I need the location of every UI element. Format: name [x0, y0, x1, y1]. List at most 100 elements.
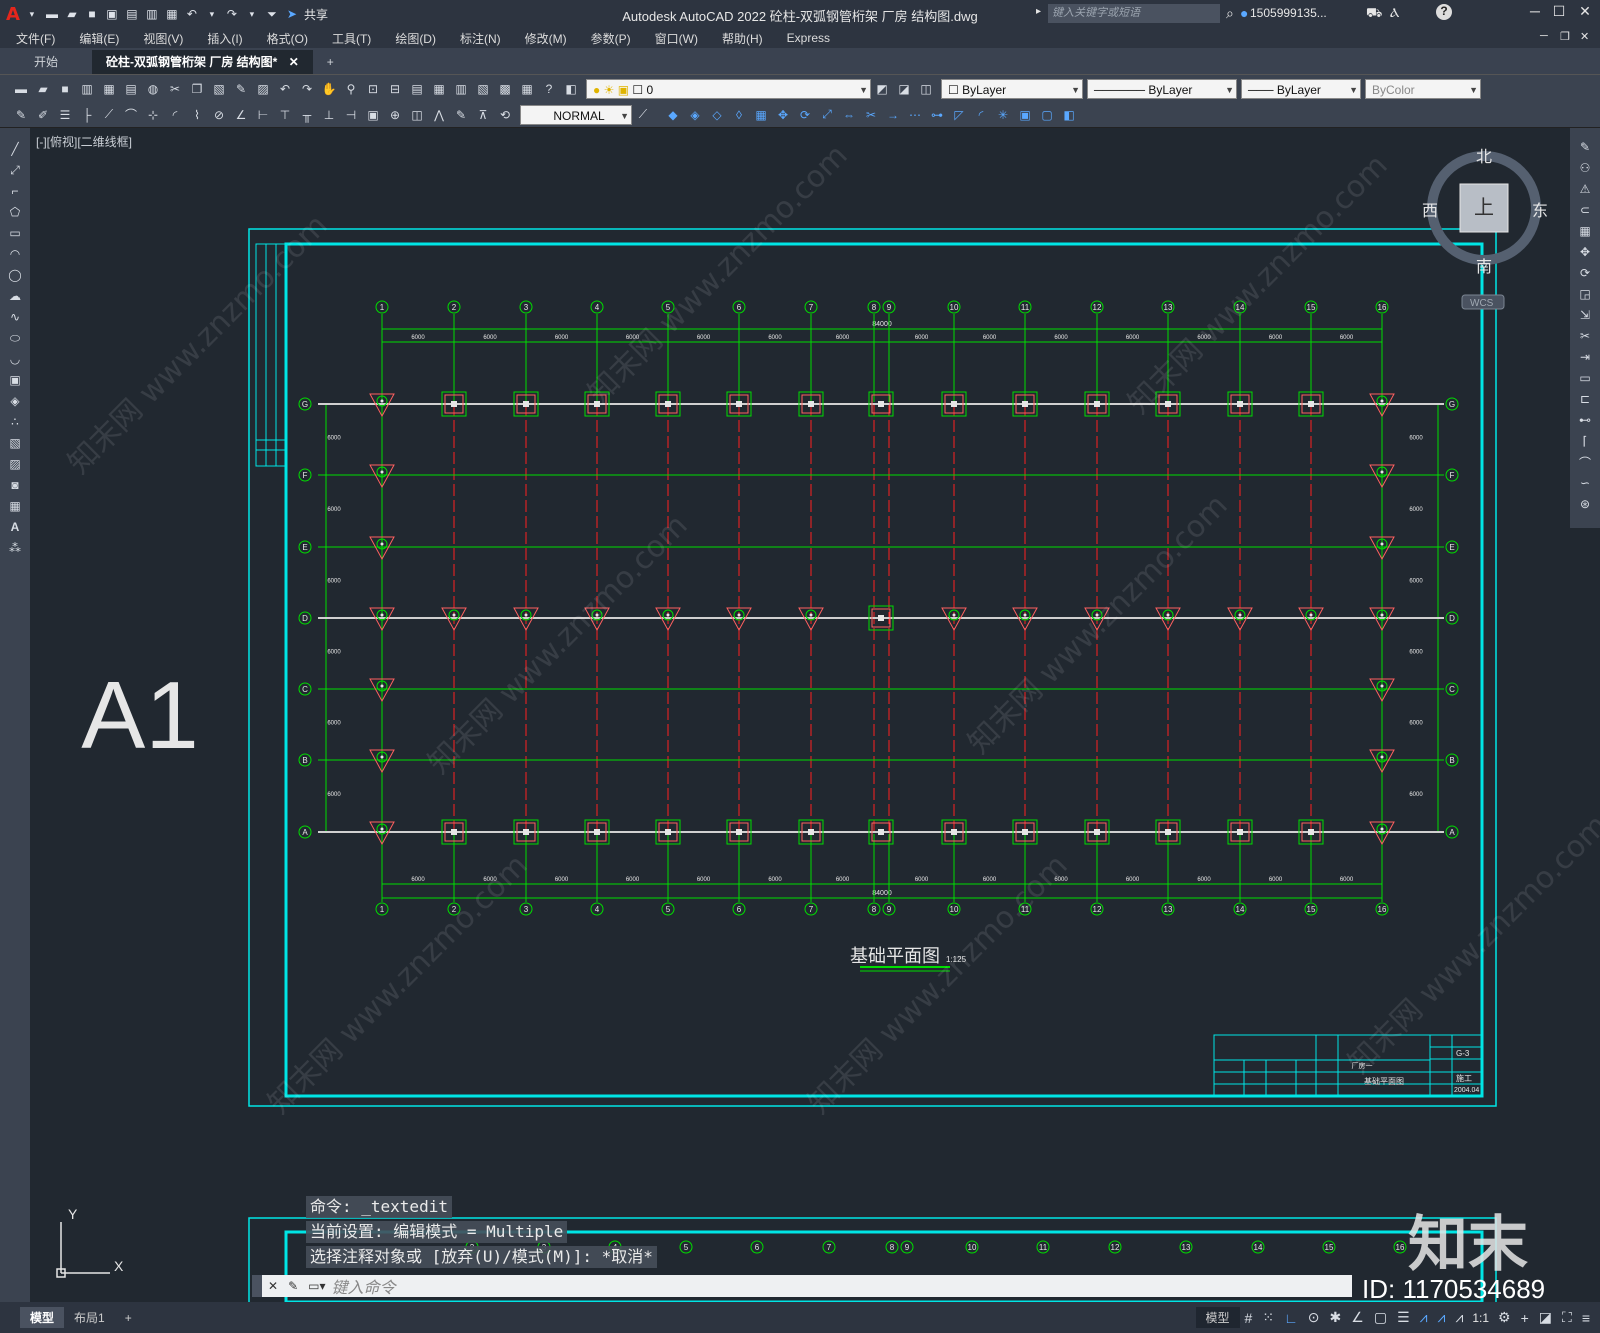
edit-icon[interactable]: ✐ [34, 106, 52, 124]
customize-status-icon[interactable]: ≡ [1582, 1310, 1590, 1326]
menu-window[interactable]: 窗口(W) [643, 30, 710, 47]
linear-dim-icon[interactable]: ├ [78, 106, 96, 124]
markup-icon[interactable]: ▩ [496, 80, 514, 98]
break-at-point-icon[interactable]: ⊏ [1576, 390, 1594, 408]
linetype-dropdown[interactable]: ────── ByLayer ▼ [1087, 78, 1237, 99]
jogged-linear-icon[interactable]: ⋀ [430, 106, 448, 124]
extend-icon[interactable]: ⇥ [1576, 348, 1594, 366]
menu-modify[interactable]: 修改(M) [513, 30, 579, 47]
user-name[interactable]: 1505999135... [1250, 6, 1327, 20]
close-tab-icon[interactable]: ✕ [289, 55, 299, 69]
insert-block-icon[interactable]: ▣ [6, 371, 24, 389]
plot-icon[interactable]: ▥ [144, 6, 160, 22]
diameter-icon[interactable]: ⊘ [210, 106, 228, 124]
annotation-scale-value[interactable]: 1:1 [1472, 1311, 1489, 1325]
app-menu-button[interactable]: A [6, 4, 20, 25]
chevron-down-icon[interactable]: ▾ [204, 6, 220, 22]
osnap-icon[interactable]: ▢ [1374, 1309, 1387, 1326]
minimize-icon[interactable]: ─ [1524, 3, 1546, 19]
fillet-icon[interactable]: ⌒ [1576, 453, 1594, 471]
explode-icon[interactable]: ✳ [994, 106, 1012, 124]
redo-icon[interactable]: ↷ [298, 80, 316, 98]
help-icon[interactable]: ? [1436, 4, 1452, 20]
spline-icon[interactable]: ∿ [6, 308, 24, 326]
polar-icon[interactable]: ⊙ [1308, 1309, 1320, 1326]
customize-icon[interactable]: ✎ [288, 1279, 298, 1293]
dim-edit-icon[interactable]: ✎ [452, 106, 470, 124]
isodraft-icon[interactable]: ∠ [1351, 1309, 1364, 1326]
new-file-icon[interactable]: ▬ [44, 6, 60, 22]
erase-icon[interactable]: ◆ [664, 106, 682, 124]
customize-icon[interactable]: ⏷ [264, 6, 280, 22]
menu-format[interactable]: 格式(O) [255, 30, 320, 47]
plus-icon[interactable]: + [1521, 1310, 1529, 1326]
explode-icon[interactable]: ⊛ [1576, 495, 1594, 513]
design-center-icon[interactable]: ▦ [430, 80, 448, 98]
user-icon[interactable]: ● [1240, 5, 1248, 21]
draworder-icon[interactable]: ◧ [1060, 106, 1078, 124]
gear-icon[interactable]: ⚙ [1498, 1309, 1511, 1326]
stretch-icon[interactable]: ⇲ [1576, 306, 1594, 324]
offset-icon[interactable]: ◊ [730, 106, 748, 124]
make-block-icon[interactable]: ◈ [6, 392, 24, 410]
match-properties-icon[interactable]: ✎ [232, 80, 250, 98]
tab-layout1[interactable]: 布局1 [64, 1307, 115, 1328]
array-icon[interactable]: ▦ [752, 106, 770, 124]
layer-properties-icon[interactable]: ◧ [562, 80, 580, 98]
arc-length-icon[interactable]: ⌒ [122, 106, 140, 124]
search-icon[interactable]: ⌕ [1226, 5, 1234, 22]
undo-icon[interactable]: ↶ [184, 6, 200, 22]
plotstyle-dropdown[interactable]: ByColor ▼ [1365, 78, 1481, 99]
jogged-icon[interactable]: ⌇ [188, 106, 206, 124]
tab-start[interactable]: 开始 [0, 50, 92, 74]
new-icon[interactable]: ▬ [12, 80, 30, 98]
join-icon[interactable]: ⊷ [1576, 411, 1594, 429]
command-input[interactable]: 键入命令 [332, 1274, 396, 1298]
model-space-button[interactable]: 模型 [1195, 1307, 1240, 1328]
ellipse-icon[interactable]: ⬭ [6, 329, 24, 347]
ellipse-arc-icon[interactable]: ◡ [6, 350, 24, 368]
open-folder-icon[interactable]: ▰ [64, 6, 80, 22]
tool-palettes-icon[interactable]: ▥ [452, 80, 470, 98]
share-button[interactable]: 共享 [304, 6, 328, 23]
publish-icon[interactable]: ▤ [122, 80, 140, 98]
revision-cloud-icon[interactable]: ☁ [6, 287, 24, 305]
dimstyle-dropdown[interactable]: NORMAL ▼ [520, 104, 632, 125]
pencil-icon[interactable]: ✎ [12, 106, 30, 124]
mirror-icon[interactable]: ◇ [708, 106, 726, 124]
baseline-icon[interactable]: ⊤ [276, 106, 294, 124]
paste-icon[interactable]: ▧ [210, 80, 228, 98]
copy-icon[interactable]: ❐ [188, 80, 206, 98]
trim-icon[interactable]: ✂ [862, 106, 880, 124]
menu-draw[interactable]: 绘图(D) [383, 30, 448, 47]
tab-document[interactable]: 砼柱-双弧钢管桁架 厂房 结构图* ✕ [92, 50, 313, 74]
close-icon[interactable]: ✕ [1574, 3, 1596, 20]
doc-close-icon[interactable]: ✕ [1580, 30, 1589, 43]
stretch-icon[interactable]: ⇔ [840, 106, 858, 124]
text-icon[interactable]: A [6, 518, 24, 536]
mirror-icon[interactable]: ⚠ [1576, 180, 1594, 198]
doc-restore-icon[interactable]: ❐ [1560, 30, 1570, 43]
lineweight-dropdown[interactable]: ─── ByLayer ▼ [1241, 78, 1361, 99]
zoom-window-icon[interactable]: ⊡ [364, 80, 382, 98]
region-icon[interactable]: ◙ [6, 476, 24, 494]
join-icon[interactable]: ⊶ [928, 106, 946, 124]
save-icon[interactable]: ■ [56, 80, 74, 98]
rotate-icon[interactable]: ⟳ [1576, 264, 1594, 282]
cut-icon[interactable]: ✂ [166, 80, 184, 98]
menu-file[interactable]: 文件(F) [0, 30, 67, 47]
trim-icon[interactable]: ✂ [1576, 327, 1594, 345]
help-icon[interactable]: ? [540, 80, 558, 98]
break-at-point-icon[interactable]: ⋯ [906, 106, 924, 124]
zoom-previous-icon[interactable]: ⊟ [386, 80, 404, 98]
menu-insert[interactable]: 插入(I) [195, 30, 254, 47]
calculator-icon[interactable]: ▦ [518, 80, 536, 98]
osnap-track-icon[interactable]: ✱ [1330, 1309, 1342, 1326]
extend-icon[interactable]: → [884, 106, 902, 124]
break-icon[interactable]: ▭ [1576, 369, 1594, 387]
gradient-icon[interactable]: ▨ [6, 455, 24, 473]
hatch-icon[interactable]: ▧ [6, 434, 24, 452]
move-icon[interactable]: ✥ [1576, 243, 1594, 261]
undo-icon[interactable]: ↶ [276, 80, 294, 98]
dwf-icon[interactable]: ◍ [144, 80, 162, 98]
